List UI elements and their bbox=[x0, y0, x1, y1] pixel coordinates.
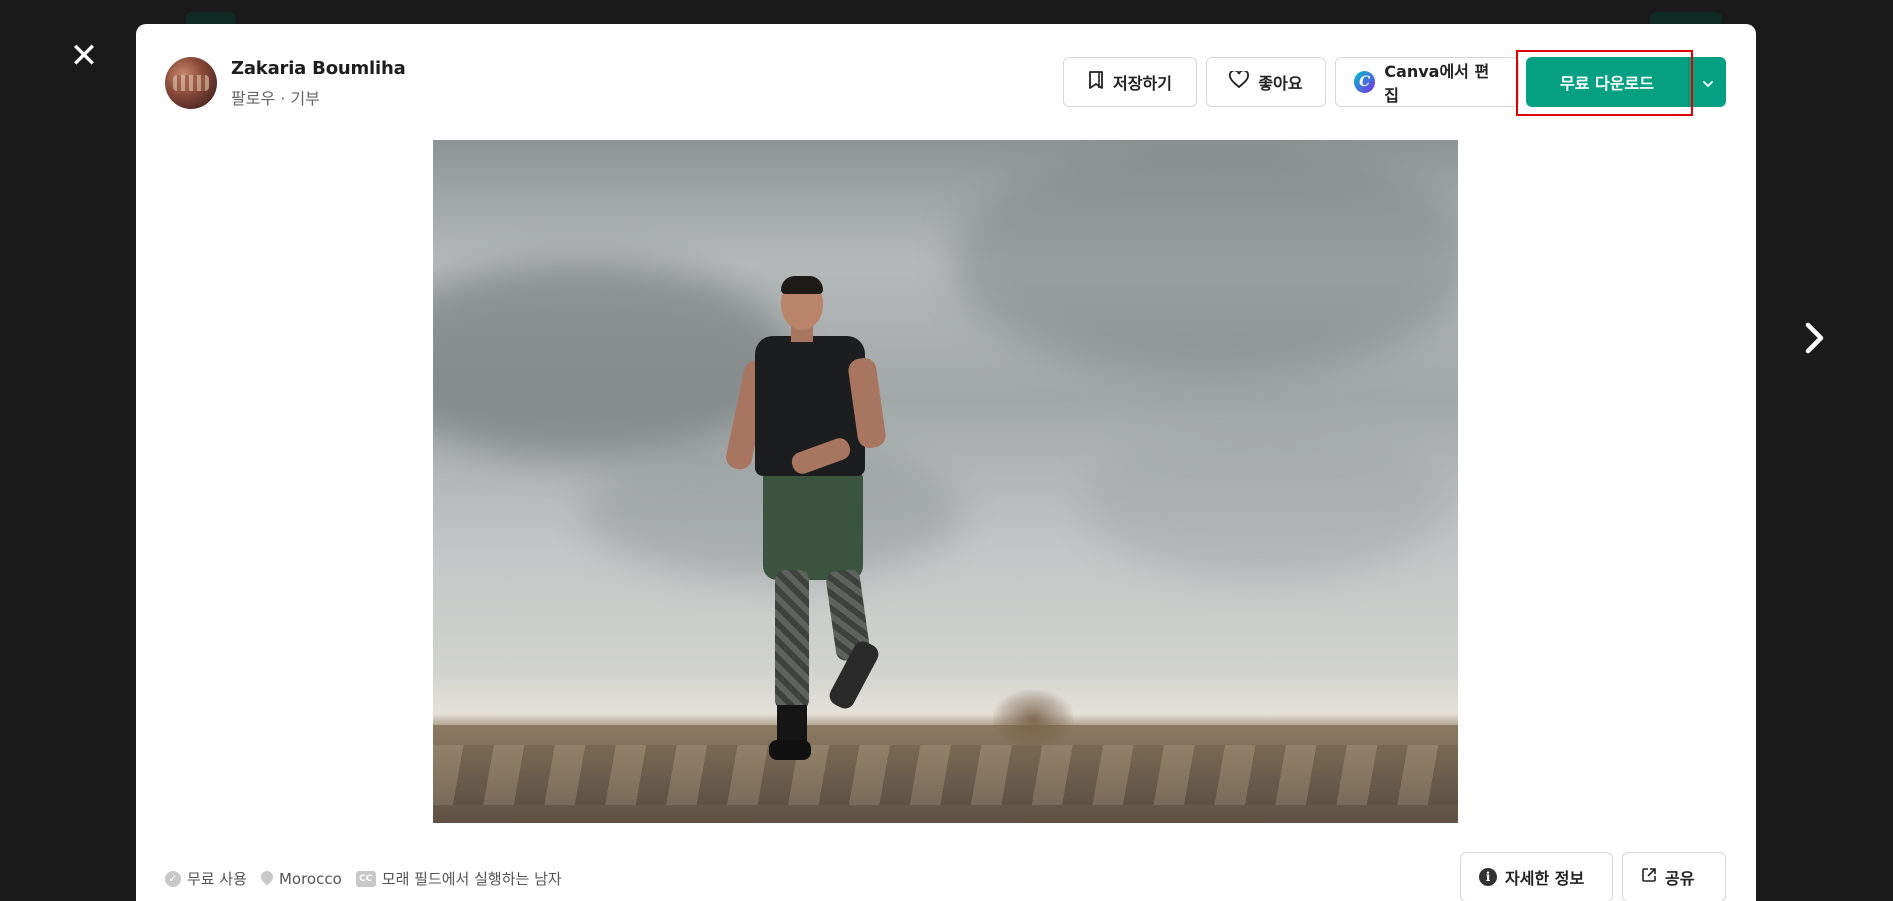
photo-modal: Zakaria Boumliha 팔로우 · 기부 저장하기 좋아요 C Can… bbox=[136, 24, 1756, 901]
sand-dust bbox=[993, 690, 1073, 750]
free-download-button[interactable]: 무료 다운로드 bbox=[1526, 57, 1689, 107]
location-pin-icon bbox=[261, 871, 273, 887]
license-label: 무료 사용 bbox=[187, 870, 247, 888]
main-photo[interactable] bbox=[433, 140, 1458, 823]
download-options-button[interactable] bbox=[1689, 57, 1726, 107]
heart-icon bbox=[1229, 69, 1250, 93]
sand-ground bbox=[433, 725, 1458, 823]
avatar[interactable] bbox=[165, 57, 217, 109]
more-info-button[interactable]: i 자세한 정보 bbox=[1460, 852, 1613, 901]
bookmark-icon bbox=[1088, 70, 1104, 94]
action-buttons: 저장하기 좋아요 C Canva에서 편집 bbox=[1063, 57, 1519, 107]
canva-label: Canva에서 편집 bbox=[1384, 62, 1490, 105]
runner-figure bbox=[723, 276, 888, 780]
chevron-down-icon bbox=[1702, 73, 1714, 92]
like-label: 좋아요 bbox=[1258, 74, 1303, 93]
close-icon[interactable]: ✕ bbox=[62, 36, 106, 76]
check-icon: ✓ bbox=[165, 870, 181, 887]
photo-description: 모래 필드에서 실행하는 남자 bbox=[381, 870, 562, 888]
download-group: 무료 다운로드 bbox=[1526, 57, 1726, 107]
more-info-label: 자세한 정보 bbox=[1505, 869, 1585, 888]
canva-edit-button[interactable]: C Canva에서 편집 bbox=[1335, 57, 1519, 107]
save-label: 저장하기 bbox=[1113, 74, 1172, 93]
donate-link[interactable]: 기부 bbox=[290, 89, 319, 108]
share-icon bbox=[1641, 867, 1657, 887]
info-icon: i bbox=[1479, 868, 1497, 886]
separator: · bbox=[280, 88, 286, 108]
location-item[interactable]: Morocco bbox=[261, 870, 342, 888]
follow-link[interactable]: 팔로우 bbox=[231, 89, 275, 108]
footer-actions: i 자세한 정보 공유 bbox=[1460, 852, 1726, 901]
save-button[interactable]: 저장하기 bbox=[1063, 57, 1197, 107]
share-button[interactable]: 공유 bbox=[1622, 852, 1726, 901]
author-links: 팔로우 · 기부 bbox=[231, 85, 406, 109]
canva-logo-icon: C bbox=[1354, 71, 1376, 93]
description-item: CC 모래 필드에서 실행하는 남자 bbox=[355, 868, 562, 889]
photo-meta: ✓ 무료 사용 Morocco CC 모래 필드에서 실행하는 남자 bbox=[165, 868, 562, 889]
like-button[interactable]: 좋아요 bbox=[1206, 57, 1326, 107]
location-label: Morocco bbox=[278, 869, 342, 888]
cloud bbox=[1083, 420, 1443, 580]
share-label: 공유 bbox=[1665, 869, 1695, 888]
cc-icon: CC bbox=[355, 870, 376, 887]
chevron-right-icon[interactable] bbox=[1790, 316, 1840, 360]
author-name[interactable]: Zakaria Boumliha bbox=[231, 58, 406, 79]
cloud bbox=[953, 140, 1458, 380]
license-item: ✓ 무료 사용 bbox=[165, 868, 247, 889]
author-block: Zakaria Boumliha 팔로우 · 기부 bbox=[165, 57, 406, 109]
